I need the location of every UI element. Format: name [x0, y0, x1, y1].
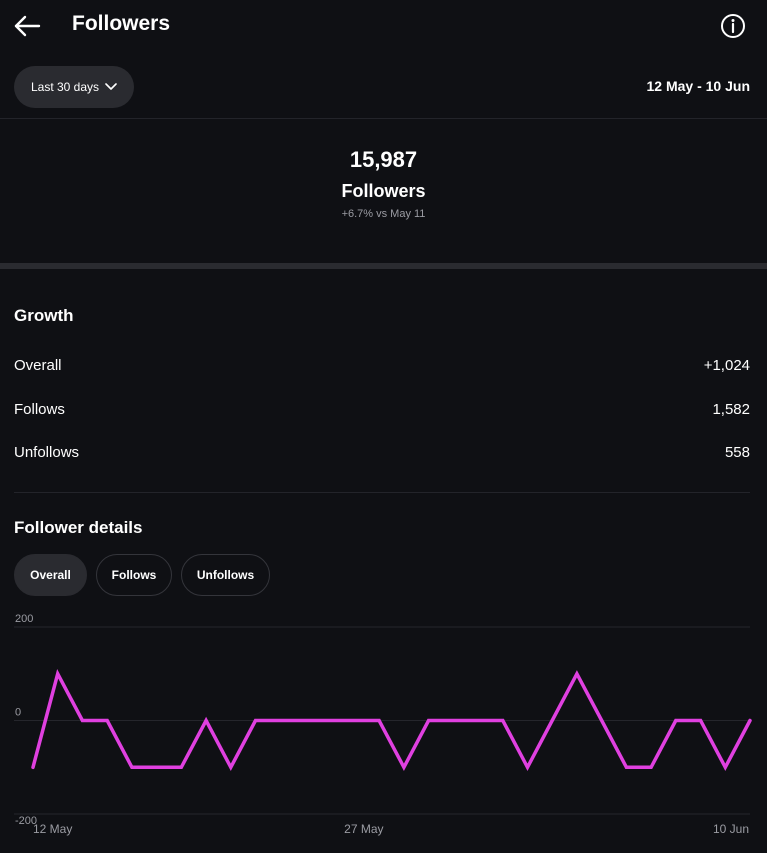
app-header: Followers — [0, 0, 767, 52]
date-range-dropdown-label: Last 30 days — [30, 80, 100, 94]
growth-row-label: Overall — [14, 357, 62, 374]
growth-row-label: Follows — [14, 401, 65, 418]
page-title: Followers — [72, 12, 171, 35]
chart-data-point — [451, 719, 455, 723]
growth-row-overall: Overall +1,024 — [14, 357, 750, 374]
chart-data-point — [56, 672, 60, 676]
follower-line-chart: 2000-20012 May 27 May 10 Jun — [14, 613, 752, 836]
divider — [14, 492, 750, 493]
chart-data-point — [130, 765, 134, 769]
chart-data-point — [748, 719, 752, 723]
x-tick-label: 12 May — [33, 822, 72, 836]
follower-details-title: Follower details — [14, 518, 143, 537]
chart-data-point — [352, 719, 356, 723]
growth-row-follows: Follows 1,582 — [14, 401, 750, 418]
chart-data-point — [600, 719, 604, 723]
chart-data-point — [31, 765, 35, 769]
chart-data-point — [624, 765, 628, 769]
growth-row-label: Unfollows — [14, 444, 80, 461]
growth-row-value: 558 — [724, 444, 750, 461]
growth-row-value: 1,582 — [712, 401, 750, 418]
date-range-dropdown[interactable]: Last 30 days — [14, 66, 134, 108]
chart-data-point — [254, 719, 258, 723]
section-divider — [0, 263, 767, 269]
chart-data-point — [723, 765, 727, 769]
follower-summary: 15,987 Followers +6.7% vs May 11 — [0, 146, 767, 220]
chart-data-point — [674, 719, 678, 723]
chart-data-point — [328, 719, 332, 723]
chart-data-point — [377, 719, 381, 723]
chart-data-point — [649, 765, 653, 769]
back-arrow-icon[interactable] — [12, 12, 42, 40]
y-tick-label: 0 — [15, 707, 21, 719]
date-range-text: 12 May - 10 Jun — [646, 78, 751, 94]
tab-unfollows[interactable]: Unfollows — [181, 554, 270, 596]
chart-data-point — [204, 719, 208, 723]
x-tick-label: 10 Jun — [713, 822, 749, 836]
chart-data-point — [278, 719, 282, 723]
chart-data-point — [155, 765, 159, 769]
x-tick-label: 27 May — [344, 822, 383, 836]
chart-data-point — [525, 765, 529, 769]
chart-data-point — [229, 765, 233, 769]
follower-change: +6.7% vs May 11 — [341, 208, 426, 220]
chart-data-point — [476, 719, 480, 723]
chart-data-point — [80, 719, 84, 723]
divider — [0, 118, 767, 119]
follower-count-label: Followers — [341, 181, 426, 201]
chart-data-point — [303, 719, 307, 723]
y-tick-label: 200 — [15, 613, 33, 625]
chart-data-point — [550, 719, 554, 723]
tab-follows[interactable]: Follows — [96, 554, 172, 596]
growth-row-value: +1,024 — [703, 357, 750, 374]
chevron-down-icon — [105, 80, 117, 94]
info-icon[interactable] — [719, 12, 747, 40]
chart-data-point — [427, 719, 431, 723]
chart-data-point — [501, 719, 505, 723]
chart-data-point — [105, 719, 109, 723]
tab-overall[interactable]: Overall — [14, 554, 87, 596]
follower-count: 15,987 — [349, 147, 418, 172]
chart-data-point — [575, 672, 579, 676]
chart-data-point — [179, 765, 183, 769]
chart-data-point — [699, 719, 703, 723]
growth-row-unfollows: Unfollows 558 — [14, 444, 750, 461]
chart-data-point — [402, 765, 406, 769]
growth-title: Growth — [14, 306, 74, 325]
